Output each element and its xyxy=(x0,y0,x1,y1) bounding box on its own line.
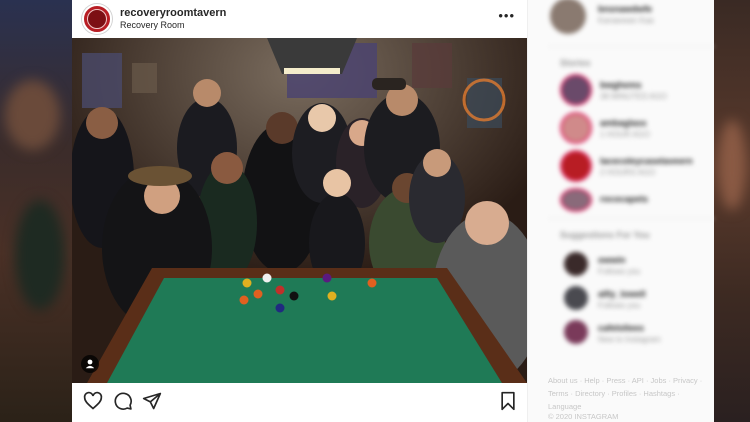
story-username[interactable]: ambaglass xyxy=(600,118,647,128)
story-avatar[interactable] xyxy=(562,114,590,142)
share-icon[interactable] xyxy=(142,391,162,411)
suggestion-username[interactable]: allly_lowell xyxy=(598,289,646,299)
footer-links[interactable]: About us · Help · Press · API · Jobs · P… xyxy=(548,374,714,413)
blurred-background-right xyxy=(713,0,750,422)
sidebar-divider xyxy=(548,218,714,219)
story-time: 1 HOUR AGO xyxy=(600,130,650,139)
post-photo[interactable] xyxy=(72,38,527,383)
post-actions-bar xyxy=(72,383,527,419)
stories-heading: Stories xyxy=(560,58,591,68)
suggestion-avatar[interactable] xyxy=(564,252,588,276)
user-avatar[interactable] xyxy=(550,0,586,34)
suggestion-reason: Follows you xyxy=(598,301,641,310)
right-sidebar: bnsnawdwfe Kanawwan Kaa Stories bwghems … xyxy=(527,0,714,422)
recovery-room-logo xyxy=(87,9,107,29)
story-time: 38 MINUTES AGO xyxy=(600,92,667,101)
profile-username[interactable]: bnsnawdwfe xyxy=(598,4,652,14)
suggestion-reason: New to Instagram xyxy=(598,335,661,344)
heart-icon[interactable] xyxy=(83,391,103,411)
post-location[interactable]: Recovery Room xyxy=(120,20,185,30)
copyright: © 2020 INSTAGRAM xyxy=(548,412,619,421)
group-photo-illustration xyxy=(72,38,527,383)
suggestion-username[interactable]: owwin xyxy=(598,255,626,265)
profile-fullname: Kanawwan Kaa xyxy=(598,16,654,25)
sidebar-divider xyxy=(548,46,714,47)
story-username[interactable]: bwghems xyxy=(600,80,642,90)
more-options-icon[interactable]: ••• xyxy=(498,9,515,22)
profile-avatar[interactable] xyxy=(82,4,112,34)
story-time: 2 HOURS AGO xyxy=(600,168,656,177)
story-username[interactable]: rococapets xyxy=(600,194,648,204)
suggestions-heading: Suggestions For You xyxy=(560,230,650,240)
story-username[interactable]: lacecoleycasetaveern xyxy=(600,156,693,166)
blurred-background-left xyxy=(0,0,72,422)
bookmark-icon[interactable] xyxy=(498,391,518,411)
comment-icon[interactable] xyxy=(113,391,133,411)
user-tag-icon[interactable] xyxy=(81,355,99,373)
suggestion-avatar[interactable] xyxy=(564,320,588,344)
suggestion-username[interactable]: cafeloliees xyxy=(598,323,644,333)
story-avatar[interactable] xyxy=(562,76,590,104)
instagram-post: recoveryroomtavern Recovery Room ••• xyxy=(72,0,527,422)
post-header: recoveryroomtavern Recovery Room ••• xyxy=(72,0,527,38)
suggestion-avatar[interactable] xyxy=(564,286,588,310)
suggestion-reason: Follows you xyxy=(598,267,641,276)
story-avatar[interactable] xyxy=(562,190,590,210)
post-username[interactable]: recoveryroomtavern xyxy=(120,7,226,19)
story-avatar[interactable] xyxy=(562,152,590,180)
